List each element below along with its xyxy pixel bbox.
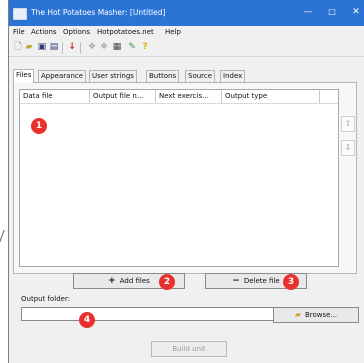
minus-icon: − <box>232 276 240 286</box>
app-window: The Hot Potatoes Masher: [Untitled] — □ … <box>8 0 364 363</box>
toolbar-separator <box>62 42 63 54</box>
tab-buttons[interactable]: Buttons <box>146 70 180 82</box>
move-up-button[interactable]: ⇧ <box>341 116 355 132</box>
save-icon[interactable]: ▣ <box>37 42 47 52</box>
settings-icon[interactable]: ❖ <box>87 42 97 52</box>
help-icon[interactable]: ? <box>140 42 150 52</box>
toolbar: 🗋 ▰ ▣ ▤ ↓ ❖ ❖ ▦ ✎ ? <box>9 40 364 57</box>
tab-user-strings[interactable]: User strings <box>89 70 137 82</box>
column-next-exercise[interactable]: Next exercis... <box>156 90 222 103</box>
tab-files[interactable]: Files <box>13 69 35 83</box>
menu-file[interactable]: File <box>13 28 25 36</box>
window-title: The Hot Potatoes Masher: [Untitled] <box>31 8 166 17</box>
save-as-icon[interactable]: ▤ <box>49 42 59 52</box>
build-icon[interactable]: ✎ <box>127 42 137 52</box>
menu-hotpotatoes-net[interactable]: Hotpotatoes.net <box>97 28 154 36</box>
plus-icon: + <box>108 276 116 286</box>
browse-button[interactable]: ▰ Browse... <box>273 307 359 323</box>
tab-appearance[interactable]: Appearance <box>38 70 87 82</box>
column-output-file[interactable]: Output file n... <box>90 90 156 103</box>
browse-label: Browse... <box>304 311 338 319</box>
title-bar: The Hot Potatoes Masher: [Untitled] — □ … <box>9 0 364 26</box>
marker-4: 4 <box>79 312 95 328</box>
file-list-header: Data file Output file n... Next exercis.… <box>20 90 338 104</box>
column-data-file[interactable]: Data file <box>20 90 90 103</box>
marker-3: 3 <box>283 274 299 290</box>
add-icon[interactable]: ↓ <box>67 42 77 52</box>
toolbar-separator <box>80 42 81 54</box>
delete-file-label: Delete file <box>243 277 280 285</box>
open-icon[interactable]: ▰ <box>24 42 34 52</box>
menu-bar: File Actions Options Hotpotatoes.net Hel… <box>9 27 364 39</box>
output-folder-label: Output folder: <box>21 295 71 303</box>
tab-index[interactable]: Index <box>220 70 246 82</box>
new-icon[interactable]: 🗋 <box>13 42 23 52</box>
move-down-button[interactable]: ⇩ <box>341 140 355 156</box>
tab-source[interactable]: Source <box>185 70 216 82</box>
marker-2: 2 <box>159 274 175 290</box>
app-icon <box>13 8 27 20</box>
column-output-type[interactable]: Output type <box>222 90 320 103</box>
settings2-icon[interactable]: ❖ <box>99 42 109 52</box>
copy-icon[interactable]: ▦ <box>112 42 122 52</box>
output-folder-field[interactable] <box>21 307 277 321</box>
build-unit-button[interactable]: Build unit <box>151 341 227 357</box>
close-button[interactable]: ✕ <box>349 6 363 18</box>
add-files-label: Add files <box>119 277 150 285</box>
menu-options[interactable]: Options <box>63 28 90 36</box>
maximize-button[interactable]: □ <box>325 6 339 18</box>
folder-icon: ▰ <box>294 310 301 319</box>
marker-1: 1 <box>31 118 47 134</box>
menu-help[interactable]: Help <box>165 28 181 36</box>
menu-actions[interactable]: Actions <box>31 28 57 36</box>
minimize-button[interactable]: — <box>301 6 315 18</box>
file-list[interactable]: Data file Output file n... Next exercis.… <box>19 89 339 267</box>
